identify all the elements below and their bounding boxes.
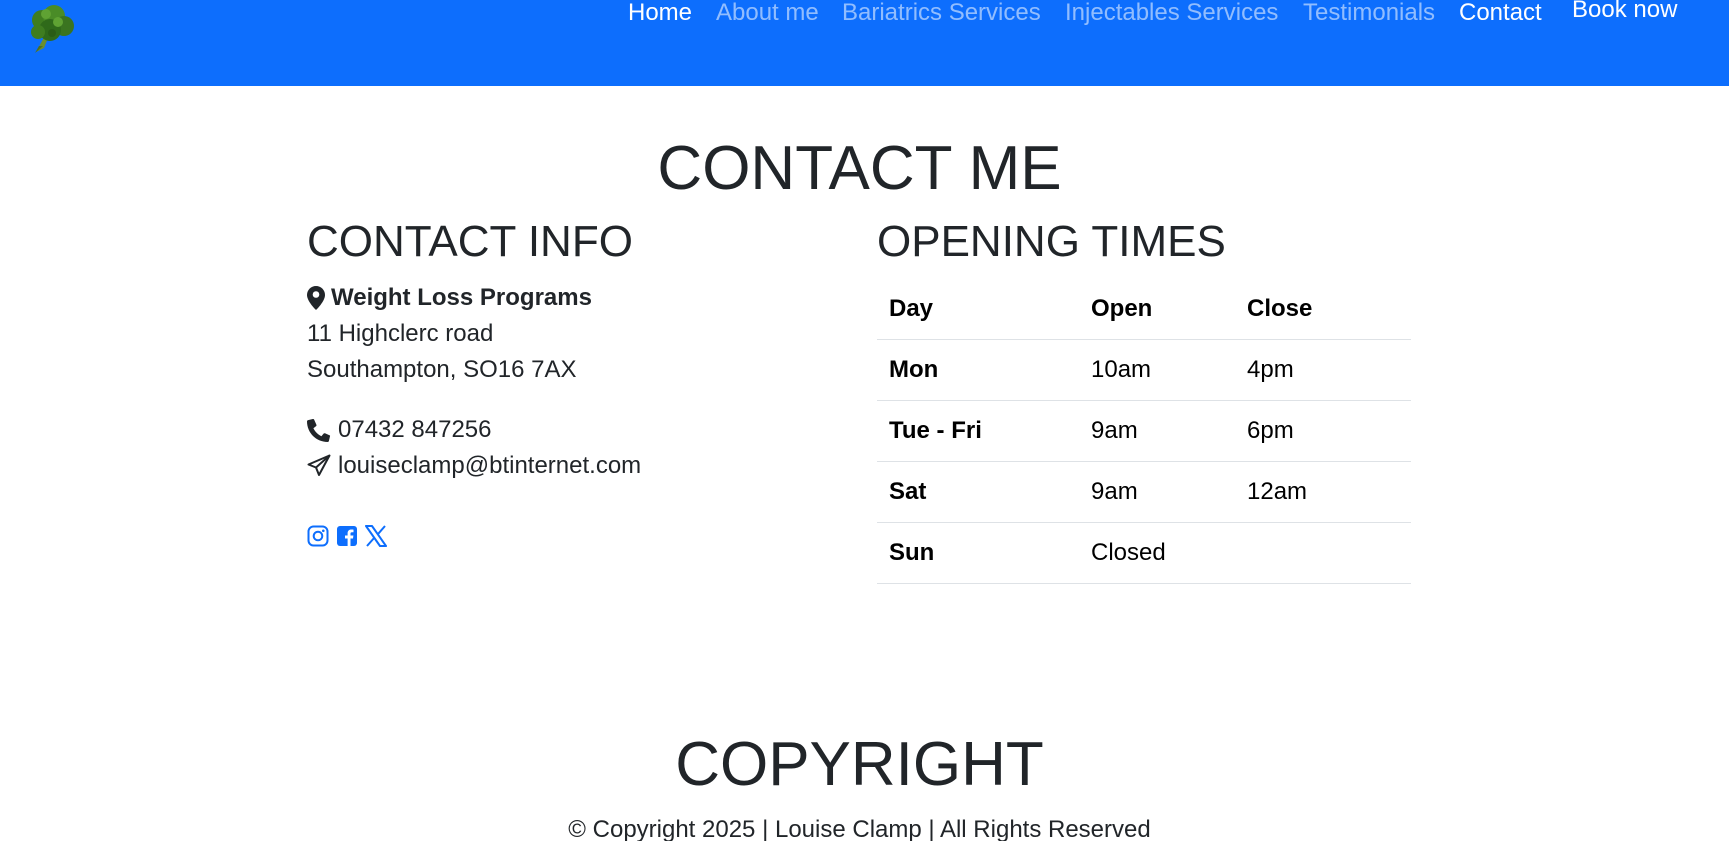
opening-times-table: Day Open Close Mon 10am 4pm Tue - Fri 9a… [877,279,1411,584]
company-name: Weight Loss Programs [331,284,592,311]
opening-times-heading: OPENING TIMES [877,217,1226,266]
nav-injectables-services[interactable]: Injectables Services [1065,0,1278,26]
nav-about-me[interactable]: About me [716,0,819,26]
open-cell: 10am [1091,356,1152,383]
close-cell: 12am [1247,478,1308,505]
open-cell: Closed [1091,539,1166,566]
table-row: Tue - Fri 9am 6pm [877,401,1411,462]
day-cell: Mon [889,356,939,383]
table-row: Sat 9am 12am [877,462,1411,523]
open-cell: 9am [1091,417,1138,444]
facebook-icon[interactable] [336,524,358,548]
company-line: Weight Loss Programs [307,283,592,313]
map-marker-icon [307,286,325,310]
open-cell: 9am [1091,478,1138,505]
phone-icon [307,418,331,442]
contact-info-heading: CONTACT INFO [307,217,633,266]
table-row: Sun Closed [877,523,1411,584]
email-line: louiseclamp@btinternet.com [307,451,641,481]
book-now-button[interactable]: Book now [1572,0,1677,23]
copyright-heading: COPYRIGHT [675,730,1044,799]
x-icon[interactable] [365,524,387,548]
address-line-2: Southampton, SO16 7AX [307,356,577,383]
social-links [307,524,387,548]
phone-line: 07432 847256 [307,415,492,445]
nav-testimonials[interactable]: Testimonials [1303,0,1435,26]
day-cell: Tue - Fri [889,417,982,444]
column-header-day: Day [889,295,934,322]
close-cell: 6pm [1247,417,1294,444]
day-cell: Sat [889,478,927,505]
address-line-1: 11 Highclerc road [307,320,494,347]
column-header-open: Open [1091,295,1153,322]
broccoli-icon[interactable] [22,0,78,54]
instagram-icon[interactable] [307,524,329,548]
email-address[interactable]: louiseclamp@btinternet.com [338,451,641,481]
close-cell: 4pm [1247,356,1294,383]
nav-bariatrics-services[interactable]: Bariatrics Services [842,0,1041,26]
page-title: CONTACT ME [657,134,1062,203]
table-row: Mon 10am 4pm [877,340,1411,401]
phone-number[interactable]: 07432 847256 [338,415,492,445]
column-header-close: Close [1247,295,1313,322]
nav-contact[interactable]: Contact [1459,0,1542,26]
paper-plane-icon [307,454,331,478]
day-cell: Sun [889,539,935,566]
top-navbar: Home About me Bariatrics Services Inject… [0,0,1729,86]
copyright-text: © Copyright 2025 | Louise Clamp | All Ri… [568,816,1151,841]
nav-home[interactable]: Home [628,0,692,26]
table-header-row: Day Open Close [877,279,1411,340]
